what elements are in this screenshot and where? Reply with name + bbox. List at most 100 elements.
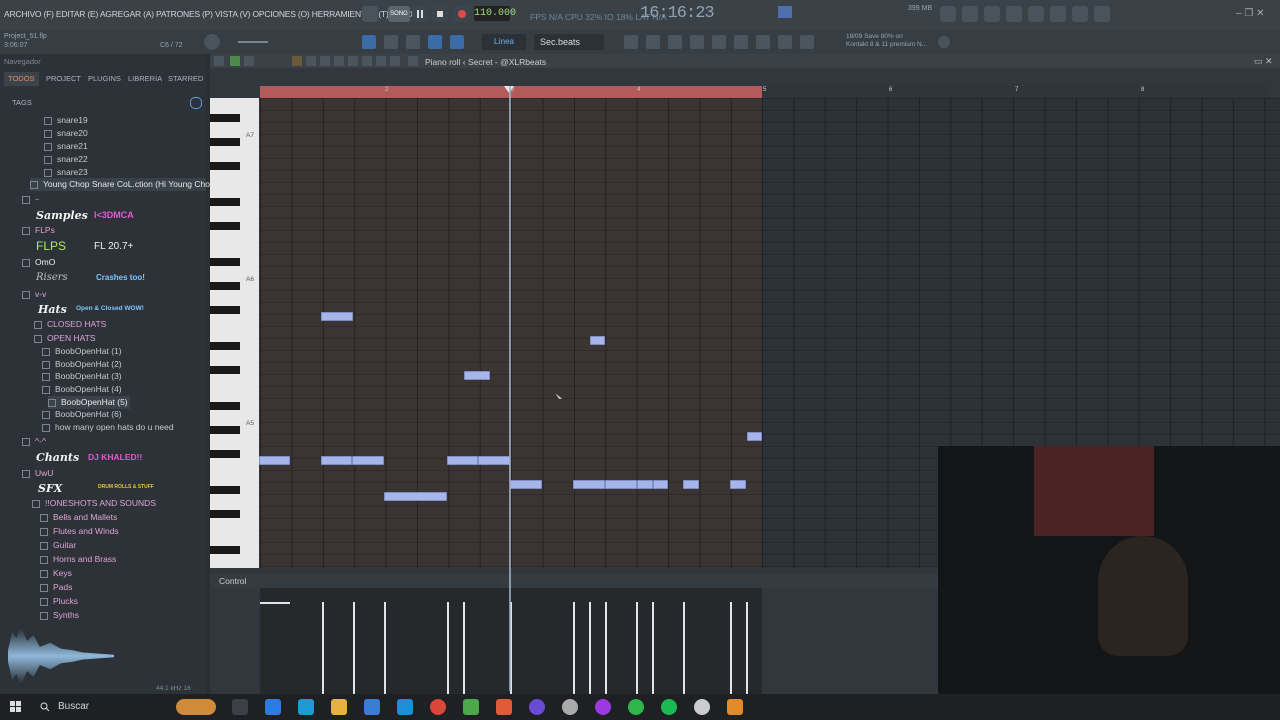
play-icon[interactable] [412, 6, 428, 22]
folder-item[interactable]: Flutes and Winds [40, 525, 119, 538]
weather-widget-icon[interactable] [176, 699, 216, 715]
black-key[interactable] [210, 486, 240, 494]
news-ticker[interactable]: 18/09 Save 80% on Kontakt 8 & 11 premium… [846, 33, 927, 49]
note[interactable] [653, 480, 668, 489]
folder-item[interactable]: UwU [22, 467, 53, 480]
note-grid[interactable] [260, 98, 762, 568]
note[interactable] [321, 312, 353, 321]
velocity-bar[interactable] [746, 602, 748, 694]
play-pattern-icon[interactable] [244, 56, 254, 66]
black-key[interactable] [210, 198, 240, 206]
browser-icon[interactable] [712, 35, 726, 49]
folder-item[interactable]: Keys [40, 567, 72, 580]
window-controls-icon[interactable]: ▭ ✕ [1254, 56, 1273, 67]
folder-item[interactable]: Bells and Mallets [40, 511, 117, 524]
piano-keyboard[interactable]: A7 A6 A5 [210, 98, 259, 568]
pencil-tool-icon[interactable] [292, 56, 302, 66]
stop-icon[interactable] [432, 6, 448, 22]
main-menu[interactable]: ARCHIVO (F) EDITAR (E) AGREGAR (A) PATRO… [4, 9, 418, 19]
help-icon[interactable] [1006, 6, 1022, 22]
browser-nav[interactable]: Navegador [4, 57, 41, 66]
window-controls-icon[interactable]: – ❐ ✕ [1236, 8, 1264, 19]
folder-item[interactable]: Guitar [40, 539, 76, 552]
black-key[interactable] [210, 402, 240, 410]
velocity-bar[interactable] [573, 602, 575, 694]
copilot-icon[interactable] [265, 699, 281, 715]
select-tool-icon[interactable] [362, 56, 372, 66]
black-key[interactable] [210, 258, 240, 266]
pattern-selector[interactable]: Sec.beats [534, 34, 604, 50]
folder-item[interactable]: Synths [40, 609, 79, 622]
note[interactable] [683, 480, 699, 489]
fl-studio-icon[interactable] [727, 699, 743, 715]
velocity-bar[interactable] [463, 602, 465, 694]
minecraft-icon[interactable] [463, 699, 479, 715]
black-key[interactable] [210, 114, 240, 122]
tab-project[interactable]: PROJECT [42, 72, 85, 86]
list-item[interactable]: BoobOpenHat (4) [42, 383, 122, 396]
tool-icon-3[interactable] [1028, 6, 1044, 22]
note[interactable] [510, 480, 542, 489]
app-icon[interactable] [595, 699, 611, 715]
tempo-display[interactable]: 110.000 [474, 6, 516, 21]
folder-item[interactable]: v-v [22, 288, 46, 301]
folder-item[interactable]: Pads [40, 581, 72, 594]
obs-icon[interactable] [694, 699, 710, 715]
folder-item[interactable]: CLOSED HATS [34, 318, 106, 331]
vscode-icon[interactable] [397, 699, 413, 715]
black-key[interactable] [210, 426, 240, 434]
velocity-bar[interactable] [652, 602, 654, 694]
volume-slider[interactable] [238, 41, 268, 43]
folder-item[interactable]: OPEN HATS [34, 332, 96, 345]
velocity-bar[interactable] [353, 602, 355, 694]
black-key[interactable] [210, 282, 240, 290]
folder-item[interactable]: FLPs [22, 224, 55, 237]
snap-selector[interactable]: Línea [482, 34, 526, 50]
tab-libreria[interactable]: LIBRERIA [124, 72, 166, 86]
stamp-icon[interactable] [450, 35, 464, 49]
velocity-bar[interactable] [384, 602, 386, 694]
black-key[interactable] [210, 162, 240, 170]
list-item[interactable]: snare22 [44, 153, 88, 166]
list-item[interactable]: how many open hats do u need [42, 421, 174, 434]
song-pattern-toggle[interactable]: SONG [388, 6, 410, 22]
tool-icon-2[interactable] [984, 6, 1000, 22]
tags-label[interactable]: TAGS [12, 98, 32, 107]
browser-icon[interactable] [529, 699, 545, 715]
list-item[interactable]: BoobOpenHat (3) [42, 370, 122, 383]
mute-tool-icon[interactable] [334, 56, 344, 66]
note[interactable] [637, 480, 653, 489]
store-icon[interactable] [364, 699, 380, 715]
waveform-preview[interactable] [8, 626, 204, 688]
menu-arrow-icon[interactable] [214, 56, 224, 66]
tool-icon-1[interactable] [962, 6, 978, 22]
windows-start-icon[interactable] [10, 701, 22, 713]
metronome-icon[interactable] [362, 6, 378, 22]
plugin-icon[interactable] [734, 35, 748, 49]
channel-rack-icon[interactable] [646, 35, 660, 49]
record-icon[interactable] [454, 6, 470, 22]
folder-item[interactable]: OmO [22, 256, 55, 269]
spotify-icon[interactable] [661, 699, 677, 715]
list-item[interactable]: snare21 [44, 140, 88, 153]
tab-starred[interactable]: STARRED [164, 72, 207, 86]
tab-plugins[interactable]: PLUGINS [84, 72, 125, 86]
velocity-bar[interactable] [605, 602, 607, 694]
folder-item[interactable]: Plucks [40, 595, 78, 608]
note[interactable] [464, 371, 490, 380]
slice-tool-icon[interactable] [348, 56, 358, 66]
note[interactable] [447, 456, 478, 465]
pencil-icon[interactable] [428, 35, 442, 49]
tool-icon-6[interactable] [800, 35, 814, 49]
note[interactable] [730, 480, 746, 489]
tool-icon-4[interactable] [1050, 6, 1066, 22]
black-key[interactable] [210, 138, 240, 146]
playlist-view-icon[interactable] [624, 35, 638, 49]
tempo-icon[interactable] [756, 35, 770, 49]
list-item[interactable]: BoobOpenHat (1) [42, 345, 122, 358]
black-key[interactable] [210, 306, 240, 314]
task-view-icon[interactable] [232, 699, 248, 715]
note[interactable] [321, 456, 352, 465]
search-icon[interactable] [190, 97, 202, 109]
chat-icon[interactable] [1072, 6, 1088, 22]
